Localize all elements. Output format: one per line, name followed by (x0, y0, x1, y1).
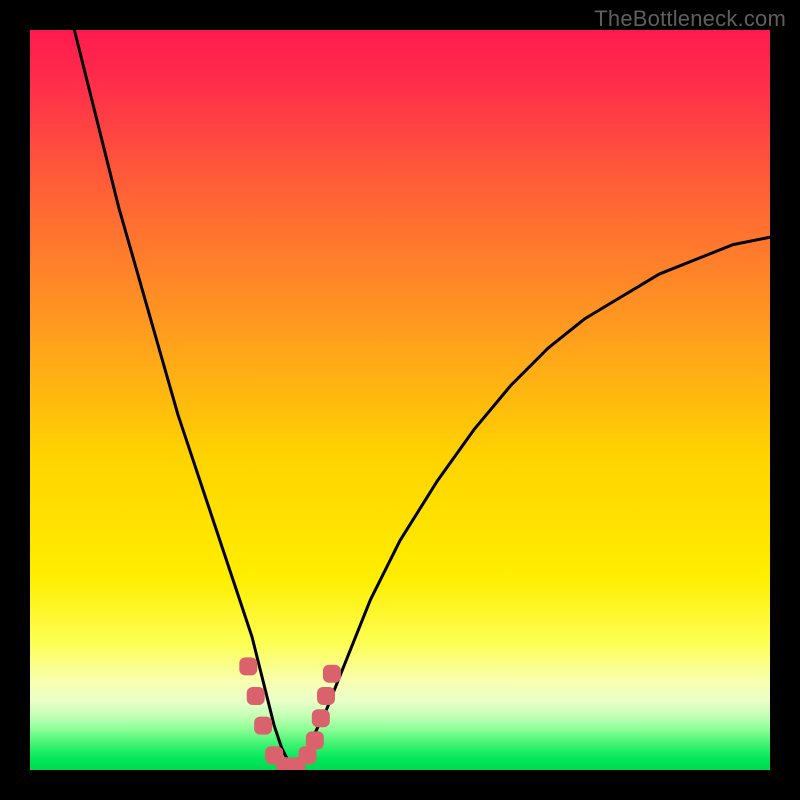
bottleneck-chart (30, 30, 770, 770)
highlight-marker (254, 717, 272, 735)
highlight-marker (239, 657, 257, 675)
gradient-background (30, 30, 770, 770)
highlight-marker (323, 665, 341, 683)
outer-frame: TheBottleneck.com (0, 0, 800, 800)
plot-area (30, 30, 770, 770)
watermark-text: TheBottleneck.com (594, 6, 786, 32)
highlight-marker (306, 731, 324, 749)
highlight-marker (247, 687, 265, 705)
highlight-marker (312, 709, 330, 727)
highlight-marker (317, 687, 335, 705)
